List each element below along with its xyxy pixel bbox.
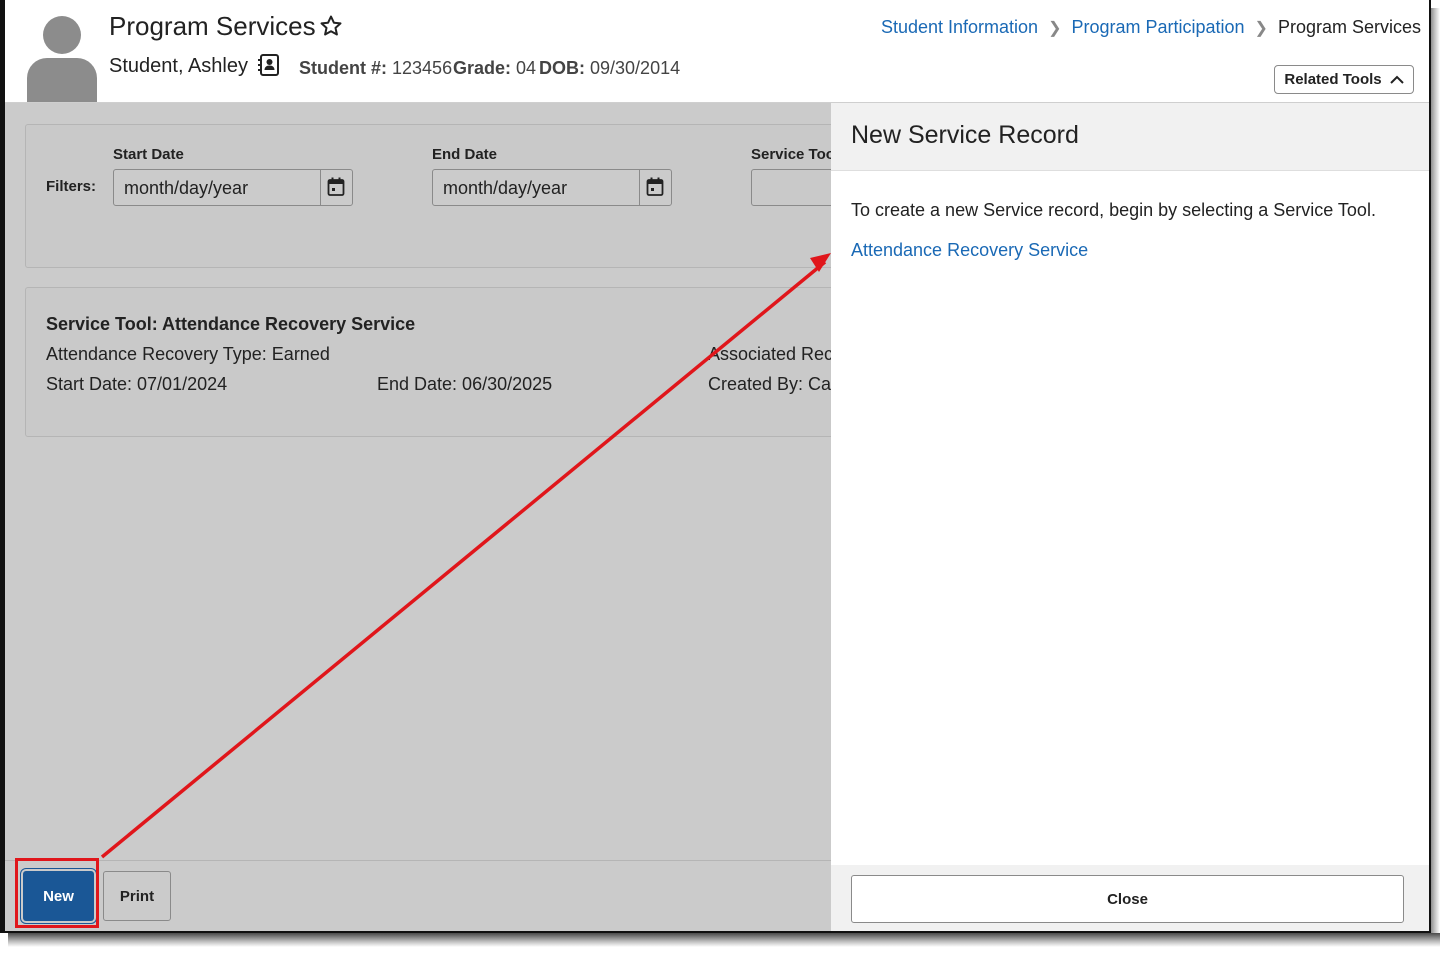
recovery-type: Attendance Recovery Type: Earned	[46, 344, 330, 364]
page-header: Program Services Student, Ashley Student…	[5, 0, 1429, 103]
calendar-icon[interactable]	[320, 170, 352, 205]
record-created-by: Created By: Cala	[708, 374, 846, 394]
breadcrumb-program-services: Program Services	[1277, 17, 1421, 37]
service-tool-label: Service Tool	[751, 146, 840, 163]
related-tools-button[interactable]: Related Tools	[1274, 65, 1414, 94]
program-services-content: Filters: Start Date month/day/year End D…	[5, 103, 871, 931]
new-service-record-panel: New Service Record To create a new Servi…	[831, 103, 1429, 931]
start-date-value: month/day/year	[124, 178, 249, 198]
annotation-highlight-box	[15, 858, 99, 928]
end-date-label: End Date	[432, 146, 498, 163]
calendar-icon[interactable]	[639, 170, 671, 205]
filters-panel: Filters: Start Date month/day/year End D…	[25, 124, 871, 268]
chevron-right-icon: ❯	[1254, 19, 1268, 37]
breadcrumb: Student Information ❯ Program Participat…	[881, 17, 1421, 38]
page-title: Program Services	[109, 11, 316, 41]
filters-label: Filters:	[46, 178, 97, 195]
record-start-date: Start Date: 07/01/2024	[46, 374, 228, 394]
print-button[interactable]: Print	[103, 871, 171, 921]
service-record-card[interactable]: Service Tool: Attendance Recovery Servic…	[25, 287, 847, 437]
contact-card-icon[interactable]	[257, 53, 281, 77]
breadcrumb-student-information[interactable]: Student Information	[881, 17, 1038, 38]
student-number: Student #: 123456	[299, 58, 453, 78]
chevron-right-icon: ❯	[1048, 19, 1062, 37]
avatar	[27, 16, 97, 102]
star-icon[interactable]	[319, 14, 343, 38]
start-date-input[interactable]: month/day/year	[113, 169, 353, 206]
student-dob: DOB: 09/30/2014	[539, 58, 681, 78]
related-tools-label: Related Tools	[1284, 71, 1382, 88]
record-end-date: End Date: 06/30/2025	[377, 374, 553, 394]
panel-instructions: To create a new Service record, begin by…	[851, 200, 1376, 220]
close-button[interactable]: Close	[851, 875, 1404, 923]
service-record-title: Service Tool: Attendance Recovery Servic…	[46, 314, 416, 334]
panel-footer: Close	[831, 865, 1429, 931]
associated-record: Associated Reco	[708, 344, 844, 364]
end-date-input[interactable]: month/day/year	[432, 169, 672, 206]
app-window: Program Services Student, Ashley Student…	[0, 0, 1431, 933]
student-name: Student, Ashley	[109, 55, 248, 77]
panel-header: New Service Record	[831, 103, 1429, 171]
student-grade: Grade: 04	[453, 58, 537, 78]
breadcrumb-program-participation[interactable]: Program Participation	[1071, 17, 1244, 38]
chevron-up-icon	[1389, 75, 1404, 84]
action-bar: New Print	[5, 858, 831, 931]
panel-title: New Service Record	[851, 121, 1079, 149]
end-date-value: month/day/year	[443, 178, 568, 198]
frame-shadow	[8, 933, 1440, 947]
start-date-label: Start Date	[113, 146, 184, 163]
attendance-recovery-service-link[interactable]: Attendance Recovery Service	[851, 240, 1088, 261]
